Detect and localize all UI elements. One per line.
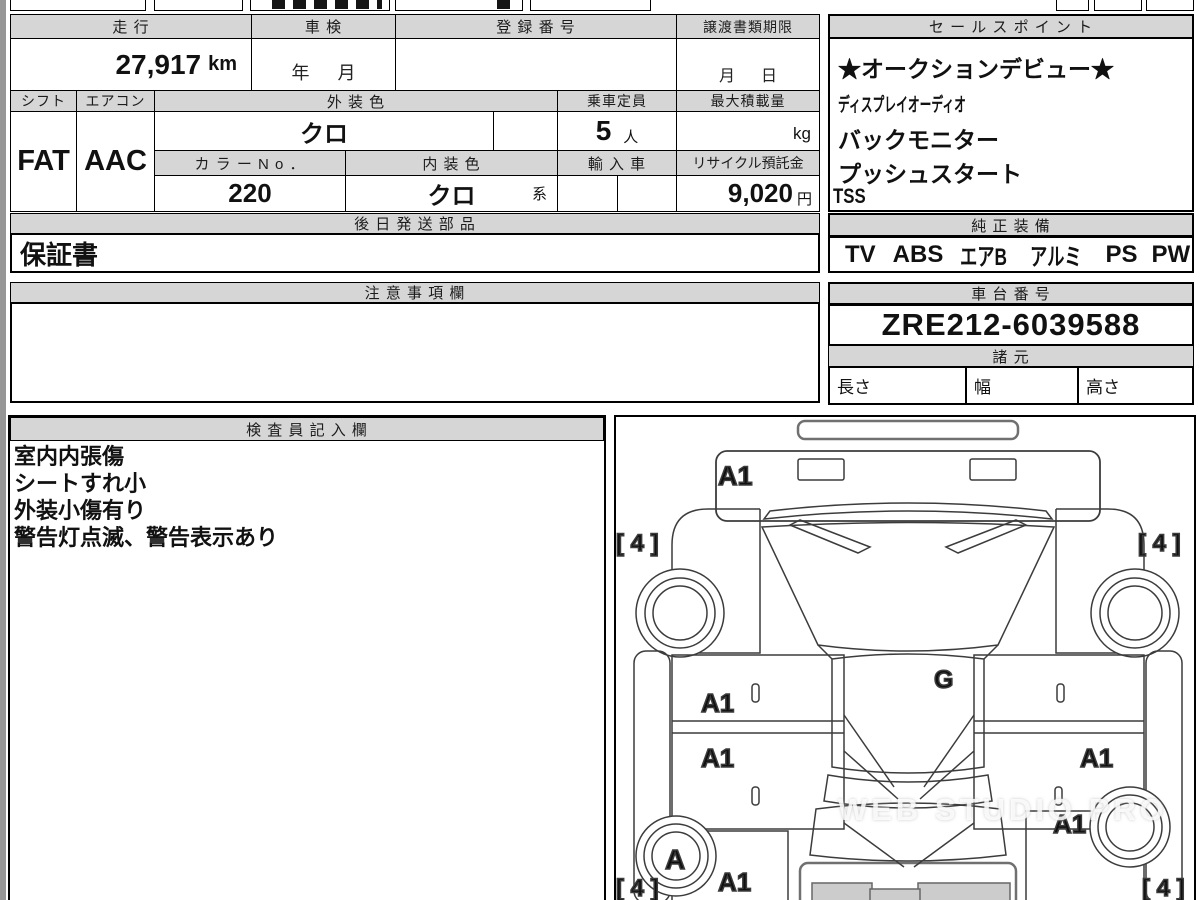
mileage-header: 走 行 [10, 14, 252, 39]
mileage-number: 27,917 [115, 48, 202, 80]
recycle-value: 9,020 円 [676, 175, 820, 212]
deadline-header: 譲渡書類期限 [676, 14, 820, 39]
tire-rear-right: [ 4 ] [1142, 875, 1185, 900]
mark-hood: A1 [718, 461, 753, 491]
payload-header: 最大積載量 [676, 90, 820, 112]
sales-point-2: ディスプレイオーディオ [838, 95, 966, 116]
import-value-right [617, 175, 677, 212]
inspector-line: シートすれ小 [14, 471, 147, 496]
auction-sheet: 走 行 車 検 登 録 番 号 譲渡書類期限 27,917 km 年月 月日 シ… [0, 0, 1200, 900]
import-header: 輸 入 車 [557, 150, 677, 176]
mileage-unit: km [208, 53, 237, 75]
headlight-right [969, 458, 1017, 481]
exterior-color-header: 外 装 色 [154, 90, 558, 112]
front-bumper [796, 419, 1020, 441]
left-margin-strip [0, 0, 6, 900]
equip-tv: TV [845, 240, 876, 268]
shift-header: シフト [10, 90, 77, 112]
cutoff-glyphs [272, 0, 382, 9]
deadline-value: 月日 [676, 38, 820, 91]
handle-front-right [1056, 683, 1065, 703]
exterior-color-spare-cell [493, 111, 558, 151]
equip-ps: PS [1105, 240, 1138, 268]
interior-color-value: クロ 系 [345, 175, 558, 212]
mileage-value: 27,917 km [10, 38, 252, 91]
mark-door-rear-left: A1 [701, 743, 734, 773]
shaken-value: 年月 [251, 38, 396, 91]
inspector-line: 警告灯点滅、警告表示あり [14, 525, 279, 550]
tire-front-left: [ 4 ] [616, 530, 659, 557]
mark-quarter-rear-left: A1 [718, 867, 751, 897]
mark-wheel-rear-left: A [665, 844, 685, 875]
interior-color-header: 内 装 色 [345, 150, 558, 176]
sales-point-5: TSS [833, 185, 866, 208]
tail-lamp-left [811, 882, 873, 900]
sales-point-4: プッシュスタート [838, 161, 1022, 187]
later-parts-value: 保証書 [10, 233, 820, 273]
interior-color-suffix: 系 [531, 186, 547, 203]
inspector-line: 外装小傷有り [14, 498, 147, 523]
equip-pw: PW [1151, 240, 1191, 268]
capacity-header: 乗車定員 [557, 90, 677, 112]
inspector-header: 検 査 員 記 入 欄 [10, 417, 604, 441]
notes-body [10, 302, 820, 403]
cowl [762, 502, 1054, 520]
equipment-header: 純 正 装 備 [828, 213, 1194, 237]
left-doors [671, 654, 845, 830]
color-no-header: カ ラ ー N o ． [154, 150, 346, 176]
exterior-color-value: クロ [154, 111, 494, 151]
watermark: WEB STUDIO PRO [838, 792, 1168, 827]
recycle-header: リサイクル預託金 [676, 150, 820, 176]
front-left-wheel [635, 568, 725, 658]
tail-lamp-right [917, 882, 1011, 900]
equipment-value: TV ABS エアB アルミ PS PW [828, 236, 1194, 273]
tire-rear-left: [ 4 ] [616, 875, 659, 900]
sales-point-3: バックモニター [838, 127, 999, 153]
roof [831, 653, 985, 774]
chassis-header: 車 台 番 号 [828, 282, 1194, 305]
notes-header: 注 意 事 項 欄 [10, 282, 820, 303]
front-right-wheel [1090, 568, 1180, 658]
import-value-left [557, 175, 618, 212]
handle-front-left [751, 683, 760, 703]
headlight-left [797, 458, 845, 481]
equip-abs: ABS [892, 240, 944, 268]
chassis-value: ZRE212-6039588 [828, 304, 1194, 346]
spec-height-cell: 高さ [1077, 366, 1194, 405]
registration-value [395, 38, 677, 91]
spec-length-cell: 長さ [828, 366, 967, 405]
inspector-line: 室内内張傷 [14, 444, 125, 469]
tail-center [869, 888, 921, 900]
color-no-value: 220 [154, 175, 346, 212]
registration-header: 登 録 番 号 [395, 14, 677, 39]
inspector-notes: 室内内張傷 シートすれ小 外装小傷有り 警告灯点滅、警告表示あり [14, 443, 594, 551]
equip-airbag: エアB [960, 244, 1008, 271]
mark-glass: G [934, 666, 953, 694]
mark-door-front-left: A1 [701, 688, 734, 718]
specs-header: 諸 元 [828, 345, 1194, 367]
capacity-value: 5 人 [557, 111, 677, 151]
sales-point-1: ★オークションデビュー★ [838, 56, 1114, 82]
equip-alloy: アルミ [1029, 244, 1082, 271]
mark-door-rear-right: A1 [1080, 743, 1113, 773]
shaken-header: 車 検 [251, 14, 396, 39]
spec-width-cell: 幅 [965, 366, 1079, 405]
shift-value: FAT [10, 111, 77, 212]
handle-rear-left [751, 786, 760, 806]
later-parts-header: 後 日 発 送 部 品 [10, 213, 820, 234]
aircon-header: エアコン [76, 90, 155, 112]
tire-front-right: [ 4 ] [1138, 530, 1181, 557]
right-rocker [1145, 650, 1183, 900]
windshield [760, 521, 1056, 652]
payload-value: kg [676, 111, 820, 151]
aircon-value: AAC [76, 111, 155, 212]
sales-points-header: セ ー ル ス ポ イ ン ト [828, 14, 1194, 39]
